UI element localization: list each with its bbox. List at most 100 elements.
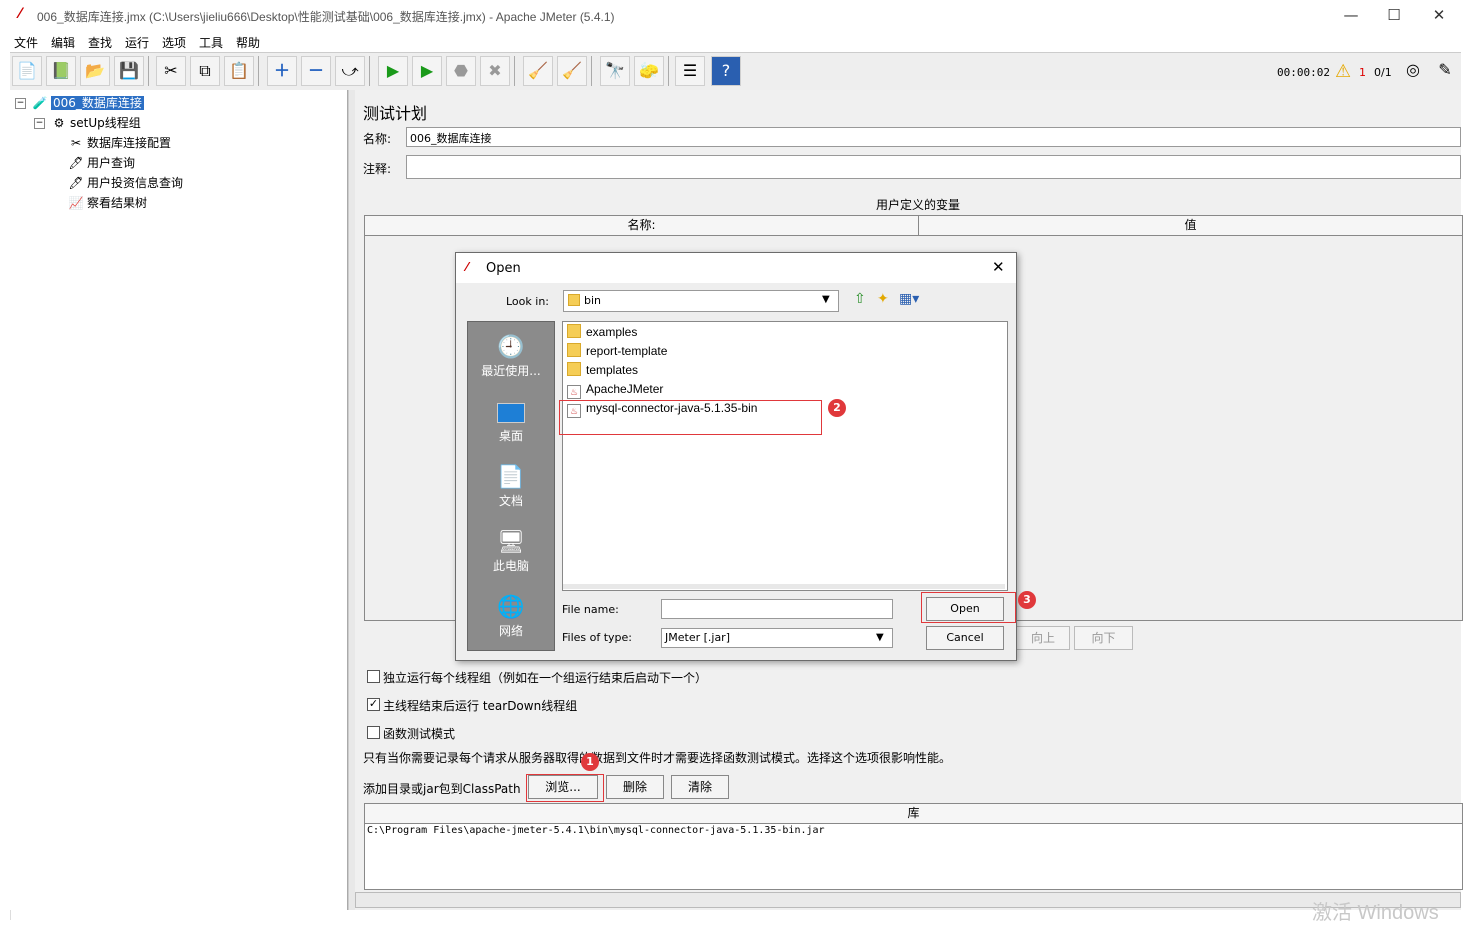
cancel-button[interactable]: Cancel <box>926 626 1004 650</box>
maximize-button[interactable]: ☐ <box>1379 4 1409 26</box>
annotation-box <box>559 400 822 435</box>
shutdown-icon[interactable]: ✖ <box>480 56 510 86</box>
test-plan-icon: 🧪 <box>32 96 48 110</box>
start-no-pauses-icon[interactable]: ▶ <box>412 56 442 86</box>
config-tools-icon: ✂ <box>70 136 82 150</box>
clear-icon[interactable]: 🧹 <box>523 56 553 86</box>
tree-node-invest-query[interactable]: 🖊 用户投资信息查询 <box>68 174 183 192</box>
menu-tools[interactable]: 工具 <box>199 34 223 51</box>
close-button[interactable]: ✕ <box>1424 4 1454 26</box>
view-menu-icon[interactable]: ▦▾ <box>899 291 919 307</box>
help-icon[interactable]: ? <box>711 56 741 86</box>
collapse-toggle[interactable]: − <box>34 118 45 129</box>
option-label: 主线程结束后运行 tearDown线程组 <box>383 699 578 713</box>
look-in-label: Look in: <box>506 295 549 308</box>
menu-file[interactable]: 文件 <box>14 34 38 51</box>
name-field[interactable]: 006_数据库连接 <box>406 127 1461 147</box>
library-row[interactable]: C:\Program Files\apache-jmeter-5.4.1\bin… <box>367 825 825 836</box>
warning-icon[interactable]: ⚠ <box>1335 61 1351 82</box>
menu-search[interactable]: 查找 <box>88 34 112 51</box>
reset-search-icon[interactable]: 🧽 <box>634 56 664 86</box>
functional-mode-checkbox[interactable] <box>367 726 380 739</box>
collapse-icon[interactable]: － <box>301 56 331 86</box>
up-folder-icon[interactable]: ⇧ <box>854 291 866 307</box>
cut-icon[interactable]: ✂ <box>156 56 186 86</box>
remote-status-icon[interactable]: ◎ <box>1398 56 1428 86</box>
folder-icon <box>567 324 581 338</box>
expand-icon[interactable]: ＋ <box>267 56 297 86</box>
file-item-folder[interactable]: report-template <box>567 342 667 361</box>
copy-icon[interactable]: ⧉ <box>190 56 220 86</box>
paste-icon[interactable]: 📋 <box>224 56 254 86</box>
look-in-value: bin <box>584 294 602 307</box>
library-col-header[interactable]: 库 <box>365 804 1462 824</box>
templates-icon[interactable]: 📗 <box>46 56 76 86</box>
tree-node-root[interactable]: 🧪 006_数据库连接 <box>32 94 144 112</box>
option-label: 独立运行每个线程组（例如在一个组运行结束后启动下一个） <box>383 671 708 685</box>
tree-node-user-query[interactable]: 🖊 用户查询 <box>68 154 135 172</box>
chevron-down-icon[interactable]: ▼ <box>822 294 830 305</box>
file-name: report-template <box>586 344 668 358</box>
look-in-combobox[interactable]: bin ▼ <box>563 290 839 312</box>
collapse-toggle[interactable]: − <box>15 98 26 109</box>
java-jar-icon: ♨ <box>567 385 581 399</box>
comment-field[interactable] <box>406 155 1461 179</box>
file-name-label: File name: <box>562 603 619 616</box>
place-network[interactable]: 🌐 网络 <box>468 594 554 639</box>
toolbar-separator <box>258 56 259 86</box>
active-threads: 0/1 <box>1374 66 1392 79</box>
file-type-label: Files of type: <box>562 631 633 644</box>
menu-help[interactable]: 帮助 <box>236 34 260 51</box>
folder-icon <box>567 362 581 376</box>
run-groups-consecutively-checkbox[interactable] <box>367 670 380 683</box>
menu-edit[interactable]: 编辑 <box>51 34 75 51</box>
clear-all-icon[interactable]: 🧹 <box>557 56 587 86</box>
jmeter-feather-icon: ⁄ <box>466 260 469 274</box>
file-type-combobox[interactable]: JMeter [.jar] ▼ <box>661 628 893 648</box>
move-down-button[interactable]: 向下 <box>1074 626 1133 650</box>
move-up-button[interactable]: 向上 <box>1016 626 1070 650</box>
save-icon[interactable]: 💾 <box>114 56 144 86</box>
function-helper-icon[interactable]: ☰ <box>675 56 705 86</box>
stop-icon[interactable]: ⬣ <box>446 56 476 86</box>
comment-label: 注释: <box>363 162 392 176</box>
tree-node-label: 用户投资信息查询 <box>87 176 184 190</box>
file-item-folder[interactable]: templates <box>567 361 638 380</box>
tree-node-setup-group[interactable]: ⚙ setUp线程组 <box>51 114 141 132</box>
file-name-input[interactable] <box>661 599 893 619</box>
log-viewer-icon[interactable]: ✎ <box>1430 56 1460 86</box>
col-header-name[interactable]: 名称: <box>365 216 919 236</box>
menu-run[interactable]: 运行 <box>125 34 149 51</box>
place-label: 文档 <box>498 494 523 508</box>
file-list-scrollbar[interactable] <box>563 584 1005 589</box>
clear-button[interactable]: 清除 <box>671 775 729 799</box>
tree-node-db-config[interactable]: ✂ 数据库连接配置 <box>68 134 171 152</box>
place-documents[interactable]: 📄 文档 <box>468 464 554 509</box>
place-this-pc[interactable]: 🖥 此电脑 <box>468 529 554 574</box>
start-icon[interactable]: ▶ <box>378 56 408 86</box>
place-label: 桌面 <box>498 429 523 443</box>
dialog-close-icon[interactable]: ✕ <box>992 258 1005 276</box>
place-recent[interactable]: 🕘 最近使用... <box>468 334 554 379</box>
annotation-badge: 2 <box>828 399 846 417</box>
tree-node-result-tree[interactable]: 📈 察看结果树 <box>68 194 148 212</box>
toggle-icon[interactable]: ⤻ <box>335 56 365 86</box>
delete-button[interactable]: 删除 <box>606 775 664 799</box>
new-icon[interactable]: 📄 <box>12 56 42 86</box>
col-header-value[interactable]: 值 <box>919 216 1462 236</box>
teardown-on-shutdown-checkbox[interactable]: ✓ <box>367 698 380 711</box>
minimize-button[interactable]: — <box>1336 4 1366 26</box>
search-binoculars-icon[interactable]: 🔭 <box>600 56 630 86</box>
chevron-down-icon[interactable]: ▼ <box>876 632 884 643</box>
file-item-jar[interactable]: ♨ ApacheJMeter <box>567 380 663 399</box>
menu-options[interactable]: 选项 <box>162 34 186 51</box>
place-label: 网络 <box>498 624 523 638</box>
open-icon[interactable]: 📂 <box>80 56 110 86</box>
jmeter-feather-icon: ⁄ <box>19 6 22 22</box>
place-desktop[interactable]: 桌面 <box>468 399 554 444</box>
file-item-folder[interactable]: examples <box>567 323 637 342</box>
place-label: 最近使用... <box>481 364 541 378</box>
horizontal-scrollbar[interactable] <box>355 892 1461 908</box>
file-name: examples <box>586 325 638 339</box>
new-folder-icon[interactable]: ✦ <box>877 291 889 307</box>
